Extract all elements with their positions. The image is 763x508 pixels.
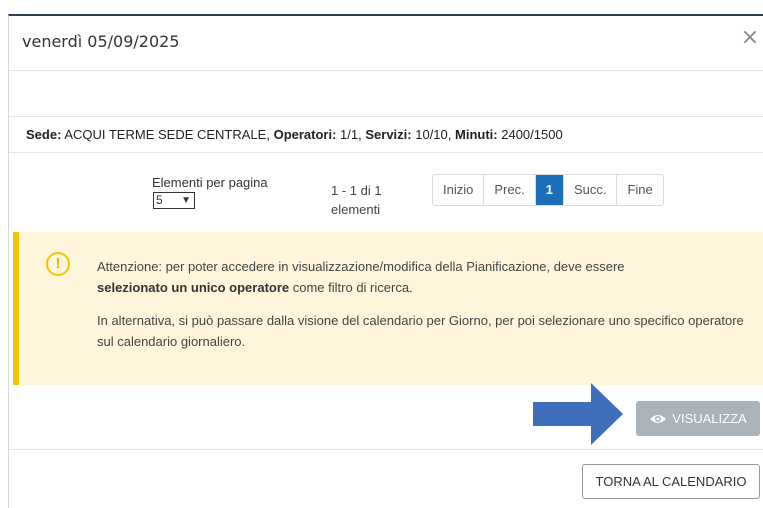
pagination: Inizio Prec. 1 Succ. Fine: [432, 174, 664, 206]
range-info: 1 - 1 di 1 elementi: [331, 181, 401, 219]
modal-dialog: venerdì 05/09/2025 × Sede: ACQUI TERME S…: [8, 14, 763, 508]
alert-p1-text: Attenzione: per poter accedere in visual…: [97, 259, 625, 274]
eye-icon: [650, 414, 667, 423]
servizi-label: Servizi:: [365, 127, 412, 142]
range-text: 1 - 1 di 1: [331, 183, 382, 198]
visualizza-label: VISUALIZZA: [672, 411, 747, 426]
alert-paragraph-2: In alternativa, si può passare dalla vis…: [97, 313, 744, 349]
minuti-value: 2400/1500: [501, 127, 563, 142]
back-to-calendar-button[interactable]: TORNA AL CALENDARIO: [582, 464, 760, 499]
visualizza-button[interactable]: VISUALIZZA: [636, 401, 760, 436]
minuti-label: Minuti:: [455, 127, 498, 142]
modal-header: venerdì 05/09/2025 ×: [9, 16, 763, 71]
sede-label: Sede:: [26, 127, 62, 142]
operatori-label: Operatori:: [273, 127, 337, 142]
chevron-down-icon: ▼: [181, 195, 191, 206]
page-first-button[interactable]: Inizio: [433, 175, 485, 205]
page-prev-button[interactable]: Prec.: [484, 175, 536, 205]
arrow-right-icon: [533, 383, 623, 445]
close-icon[interactable]: ×: [740, 27, 760, 49]
per-page-value: 5: [156, 193, 163, 207]
footer-divider: [9, 449, 763, 450]
per-page-label: Elementi per pagina: [152, 175, 268, 190]
servizi-value: 10/10,: [415, 127, 452, 142]
alert-paragraph-1: Attenzione: per poter accedere in visual…: [97, 256, 757, 298]
per-page-select[interactable]: 5 ▼: [153, 192, 195, 209]
summary-bar: Sede: ACQUI TERME SEDE CENTRALE, Operato…: [9, 116, 763, 153]
page-last-button[interactable]: Fine: [617, 175, 663, 205]
range-suffix: elementi: [331, 202, 381, 217]
alert-p1-tail: come filtro di ricerca.: [289, 280, 413, 295]
warning-circle-icon: !: [46, 252, 70, 276]
page-1-button[interactable]: 1: [535, 175, 564, 205]
summary-line: Sede: ACQUI TERME SEDE CENTRALE, Operato…: [26, 127, 563, 142]
page-next-button[interactable]: Succ.: [563, 175, 618, 205]
sede-value: ACQUI TERME SEDE CENTRALE,: [64, 127, 270, 142]
alert-p1-bold: selezionato un unico operatore: [97, 280, 290, 295]
pager-area: Elementi per pagina 5 ▼ 1 - 1 di 1 eleme…: [9, 166, 763, 221]
warning-alert: ! Attenzione: per poter accedere in visu…: [13, 232, 763, 385]
modal-title: venerdì 05/09/2025: [22, 32, 180, 51]
operatori-value: 1/1,: [340, 127, 362, 142]
